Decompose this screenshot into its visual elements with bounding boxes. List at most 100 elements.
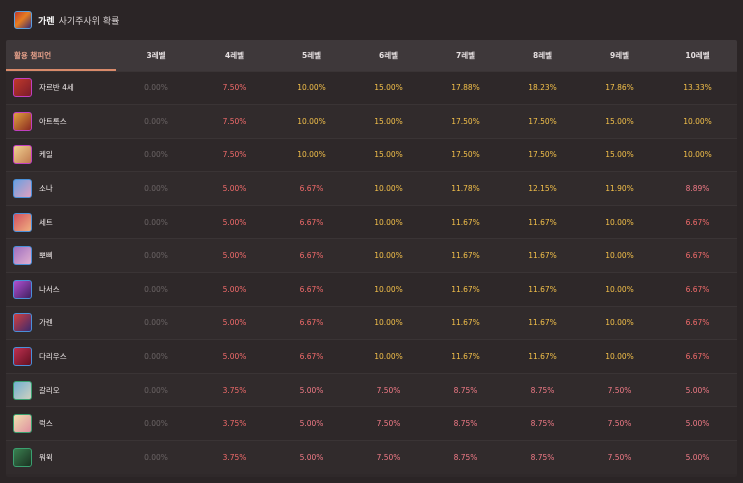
probability-cell-level-7: 8.75% — [453, 453, 478, 463]
probability-cell-level-7: 11.67% — [451, 284, 480, 294]
probability-cell-level-10: 6.67% — [685, 284, 710, 294]
probability-cell-level-9: 7.50% — [607, 385, 632, 395]
probability-cell-level-8: 11.67% — [528, 251, 557, 261]
probability-cell-level-4: 7.50% — [222, 116, 247, 126]
probability-cell-level-8: 8.75% — [530, 419, 555, 429]
garen-avatar-icon — [14, 11, 32, 29]
champion-cell[interactable]: 갈리오 — [6, 373, 116, 407]
champion-name: 갈리오 — [39, 385, 60, 395]
probability-cell-level-3: 0.00% — [144, 352, 168, 362]
probability-cell-level-5: 6.67% — [299, 217, 324, 227]
probability-cell-level-8: 11.67% — [528, 352, 557, 362]
probability-table: 활용 챔피언 3레벨 4레벨 5레벨 6레벨 7레벨 8레벨 9레벨 10레벨 … — [6, 40, 737, 475]
table-row: 자르반 4세 0.00% 7.50% 10.00% 15.00% 17.88% 18.23%… — [6, 71, 737, 105]
probability-cell-level-9: 7.50% — [607, 419, 632, 429]
probability-cell-level-4: 5.00% — [222, 184, 247, 194]
probability-cell-level-7: 11.67% — [451, 251, 480, 261]
probability-cell-level-10: 5.00% — [685, 419, 710, 429]
probability-cell-level-4: 7.50% — [222, 83, 247, 93]
champion-info: 가렌 — [13, 313, 116, 333]
champion-cell[interactable]: 나서스 — [6, 273, 116, 307]
probability-cell-level-7: 17.50% — [451, 116, 480, 126]
champion-info: 아트록스 — [13, 111, 116, 131]
probability-cell-level-7: 11.78% — [451, 184, 480, 194]
champion-cell[interactable]: 럭스 — [6, 407, 116, 441]
probability-cell-level-7: 11.67% — [451, 352, 480, 362]
probability-cell-level-6: 15.00% — [374, 150, 403, 160]
page-header: 가렌 사기주사위 확률 — [0, 0, 743, 40]
column-header-level-9: 9레벨 — [609, 50, 630, 60]
probability-cell-level-5: 6.67% — [299, 184, 324, 194]
table-row: 나서스 0.00% 5.00% 6.67% 10.00% 11.67% 11.67% 10.0… — [6, 272, 737, 307]
probability-cell-level-8: 17.50% — [528, 150, 557, 160]
probability-cell-level-3: 0.00% — [144, 116, 168, 126]
probability-cell-level-6: 10.00% — [374, 251, 403, 261]
probability-cell-level-5: 10.00% — [297, 83, 326, 93]
probability-cell-level-5: 6.67% — [299, 284, 324, 294]
table-body: 자르반 4세 0.00% 7.50% 10.00% 15.00% 17.88% 18.23%… — [6, 71, 737, 475]
poppy-icon — [13, 246, 32, 266]
probability-cell-level-7: 17.88% — [451, 83, 480, 93]
champion-cell[interactable]: 워윅 — [6, 441, 116, 475]
probability-cell-level-7: 11.67% — [451, 318, 480, 328]
probability-cell-level-3: 0.00% — [144, 83, 168, 93]
probability-cell-level-5: 6.67% — [299, 318, 324, 328]
probability-cell-level-10: 8.89% — [685, 184, 710, 194]
probability-cell-level-7: 8.75% — [453, 385, 478, 395]
aatrox-icon — [13, 111, 32, 131]
champion-cell[interactable]: 다리우스 — [6, 340, 116, 374]
champion-cell[interactable]: 가렌 — [6, 306, 116, 340]
probability-cell-level-5: 5.00% — [299, 453, 324, 463]
probability-cell-level-9: 17.86% — [605, 83, 634, 93]
probability-cell-level-3: 0.00% — [144, 150, 168, 160]
probability-cell-level-9: 11.90% — [605, 184, 634, 194]
probability-cell-level-10: 6.67% — [685, 251, 710, 261]
probability-cell-level-4: 5.00% — [222, 284, 247, 294]
probability-cell-level-6: 7.50% — [376, 385, 401, 395]
probability-cell-level-5: 5.00% — [299, 385, 324, 395]
champion-cell[interactable]: 세트 — [6, 205, 116, 239]
champion-info: 자르반 4세 — [13, 78, 116, 98]
champion-name: 케일 — [39, 150, 53, 160]
column-header-level-4: 4레벨 — [224, 50, 245, 60]
nasus-icon — [13, 279, 32, 299]
champion-cell[interactable]: 자르반 4세 — [6, 71, 116, 105]
probability-cell-level-3: 0.00% — [144, 419, 168, 429]
table-row: 럭스 0.00% 3.75% 5.00% 7.50% 8.75% 8.75% 7.50% 5.0… — [6, 406, 737, 441]
champion-info: 갈리오 — [13, 380, 116, 400]
probability-cell-level-6: 10.00% — [374, 217, 403, 227]
column-header-champion[interactable]: 활용 챔피언 — [6, 40, 116, 71]
probability-cell-level-3: 0.00% — [144, 217, 168, 227]
table-row: 소나 0.00% 5.00% 6.67% 10.00% 11.78% 12.15% 11.90… — [6, 171, 737, 206]
probability-cell-level-5: 6.67% — [299, 352, 324, 362]
probability-cell-level-5: 10.00% — [297, 150, 326, 160]
champion-name: 세트 — [39, 217, 53, 227]
champion-info: 다리우스 — [13, 347, 116, 367]
probability-cell-level-4: 5.00% — [222, 217, 247, 227]
probability-cell-level-9: 10.00% — [605, 318, 634, 328]
probability-cell-level-6: 10.00% — [374, 352, 403, 362]
probability-cell-level-8: 8.75% — [530, 385, 555, 395]
column-header-level-6: 6레벨 — [378, 50, 399, 60]
table-row: 케일 0.00% 7.50% 10.00% 15.00% 17.50% 17.50% 15.0… — [6, 138, 737, 172]
darius-icon — [13, 347, 32, 367]
probability-cell-level-4: 3.75% — [222, 453, 247, 463]
champion-name: 워윅 — [39, 453, 53, 463]
probability-cell-level-6: 7.50% — [376, 453, 401, 463]
probability-cell-level-6: 15.00% — [374, 116, 403, 126]
champion-name: 가렌 — [39, 318, 53, 328]
probability-cell-level-10: 5.00% — [685, 453, 710, 463]
probability-cell-level-5: 6.67% — [299, 251, 324, 261]
column-header-level-7: 7레벨 — [455, 50, 476, 60]
champion-name: 럭스 — [39, 419, 53, 429]
column-header-level-10: 10레벨 — [685, 50, 710, 60]
champion-cell[interactable]: 케일 — [6, 138, 116, 172]
champion-name: 뽀삐 — [39, 251, 53, 261]
champion-cell[interactable]: 뽀삐 — [6, 239, 116, 273]
table-row: 다리우스 0.00% 5.00% 6.67% 10.00% 11.67% 11.67% 10.… — [6, 339, 737, 374]
probability-cell-level-8: 18.23% — [528, 83, 557, 93]
probability-cell-level-7: 8.75% — [453, 419, 478, 429]
champion-cell[interactable]: 아트록스 — [6, 105, 116, 139]
champion-cell[interactable]: 소나 — [6, 172, 116, 206]
probability-cell-level-10: 6.67% — [685, 318, 710, 328]
